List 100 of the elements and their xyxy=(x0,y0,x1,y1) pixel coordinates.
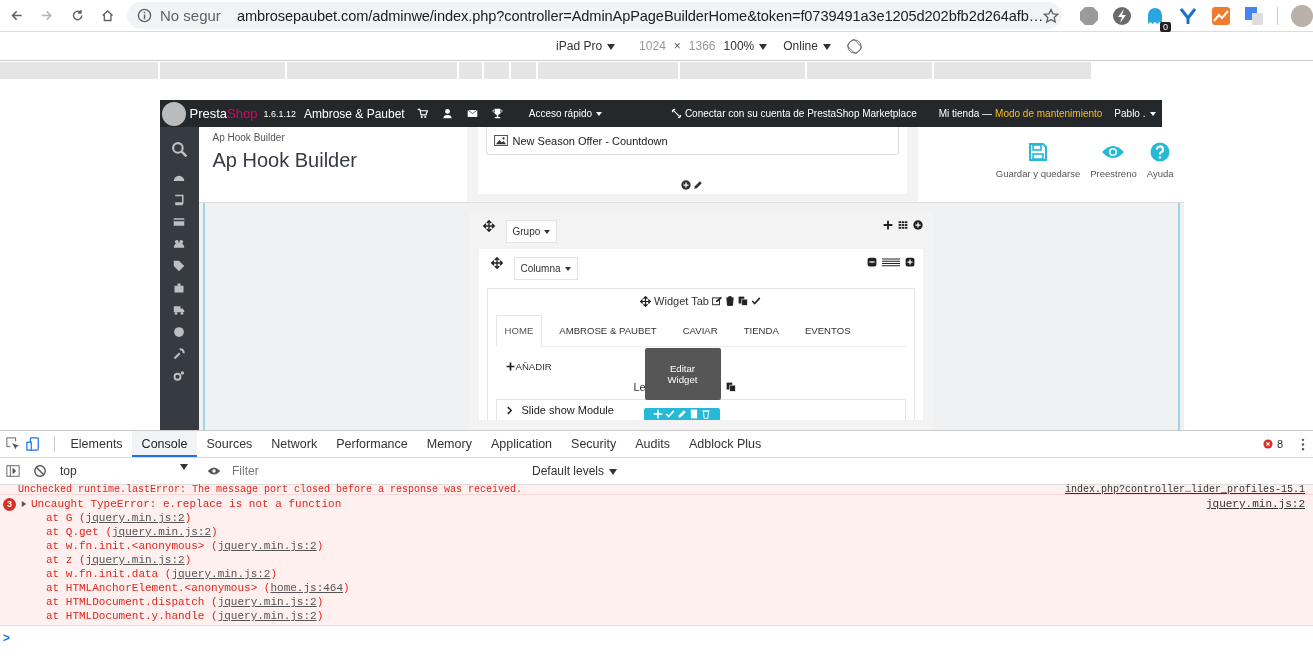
lightning-icon[interactable] xyxy=(1112,5,1132,26)
network-select[interactable]: Online xyxy=(783,39,831,53)
source-link[interactable]: home.js:464 xyxy=(270,582,344,594)
grid-icon[interactable] xyxy=(897,220,908,230)
inspect-icon[interactable] xyxy=(6,437,20,451)
envelope-icon[interactable] xyxy=(466,108,478,119)
toolbar-button[interactable]: Guardar y quedarse xyxy=(995,142,1081,179)
stack-line: at w.fn.init.data (jquery.min.js:2) xyxy=(45,567,279,581)
source-link[interactable]: jquery.min.js:2 xyxy=(112,526,212,538)
quick-access-menu[interactable]: Acceso rápido xyxy=(528,108,603,119)
marketplace-link[interactable]: Conectar con su cuenta de PrestaShop Marketplace xyxy=(684,108,917,119)
logo-icon[interactable] xyxy=(161,101,186,126)
clear-icon[interactable] xyxy=(33,464,47,478)
devtools-tab[interactable]: Adblock Plus xyxy=(679,431,771,457)
source-link[interactable]: jquery.min.js:2 xyxy=(85,554,185,566)
devtools-tab[interactable]: Memory xyxy=(417,431,482,457)
sidebar-toggle-icon[interactable] xyxy=(6,464,20,478)
widget-tab[interactable]: CAVIAR xyxy=(673,315,727,346)
gears-icon[interactable] xyxy=(173,370,185,382)
devtools-tab[interactable]: Security xyxy=(561,431,626,457)
user-icon[interactable] xyxy=(441,108,453,119)
tag-icon[interactable] xyxy=(173,260,185,272)
tooltip: Editar Widget xyxy=(644,348,721,400)
minus-square-icon[interactable] xyxy=(866,257,877,267)
users-icon[interactable] xyxy=(173,238,185,250)
plus-circle-icon[interactable] xyxy=(681,180,691,190)
ghost-icon[interactable] xyxy=(1145,5,1165,26)
puzzle-icon[interactable] xyxy=(173,282,185,294)
devtools-tab[interactable]: Network xyxy=(261,431,327,457)
wrench-icon[interactable] xyxy=(173,348,185,360)
truck-icon[interactable] xyxy=(173,304,185,316)
devtools-tab[interactable]: Application xyxy=(481,431,562,457)
link-icon[interactable] xyxy=(670,108,682,119)
y-letter-icon[interactable] xyxy=(1178,5,1198,26)
check-icon[interactable] xyxy=(750,296,761,306)
source-link[interactable]: jquery.min.js:2 xyxy=(171,568,271,580)
more-icon[interactable] xyxy=(1301,437,1305,451)
star-icon[interactable] xyxy=(1043,7,1060,24)
devtools-tab[interactable]: Console xyxy=(132,431,197,457)
group-dropdown[interactable]: Grupo xyxy=(505,220,558,243)
widget-row[interactable]: New Season Offer - Countdown xyxy=(485,127,899,155)
move-icon[interactable] xyxy=(482,220,495,232)
add-tab-button[interactable]: AÑADIR xyxy=(505,361,552,372)
console-prompt[interactable]: > xyxy=(3,631,10,645)
translate-icon[interactable] xyxy=(1244,5,1264,26)
source-link[interactable]: jquery.min.js:2 xyxy=(85,512,185,524)
maintenance-link[interactable]: Modo de mantenimiento xyxy=(995,108,1103,119)
image-icon xyxy=(493,135,508,146)
pencil-icon[interactable] xyxy=(693,180,703,190)
levels-select[interactable]: Default levels xyxy=(532,464,618,478)
toolbar-button[interactable]: Ayuda xyxy=(1146,142,1174,179)
widget-tab[interactable]: HOME xyxy=(495,315,543,347)
stop-sign-icon[interactable] xyxy=(1079,5,1099,26)
copy-icon[interactable] xyxy=(737,296,748,306)
card-icon[interactable] xyxy=(173,216,185,228)
cart-icon[interactable] xyxy=(416,108,428,119)
source-link[interactable]: index.php?controller…lider_profiles-15.1 xyxy=(1064,485,1305,494)
device-toggle-icon[interactable] xyxy=(26,437,40,451)
devtools-tab[interactable]: Performance xyxy=(326,431,418,457)
source-link[interactable]: jquery.min.js:2 xyxy=(217,596,317,608)
plus-icon[interactable] xyxy=(882,220,893,230)
home-icon[interactable] xyxy=(100,7,114,24)
trash-icon xyxy=(700,409,711,419)
widget-tab[interactable]: EVENTOS xyxy=(795,315,860,346)
edit-icon[interactable] xyxy=(711,296,722,306)
move-icon[interactable] xyxy=(490,257,503,269)
devtools-tab[interactable]: Sources xyxy=(197,431,262,457)
device-select[interactable]: iPad Pro xyxy=(556,39,616,53)
copy-icon[interactable] xyxy=(725,382,736,392)
move-icon[interactable] xyxy=(640,295,652,307)
chart-icon[interactable] xyxy=(1211,5,1231,26)
toolbar-button[interactable]: Preestreno xyxy=(1090,142,1137,179)
devtools-tab[interactable]: Elements xyxy=(61,431,133,457)
devtools-tab[interactable]: Audits xyxy=(625,431,680,457)
source-link[interactable]: jquery.min.js:2 xyxy=(1205,497,1305,511)
lines-icon[interactable] xyxy=(881,257,900,267)
address-bar[interactable]: No segur ambrosepaubet.com/adminwe/index.php?controller=AdminApPageBuilderHome&token=f0739491a3e1205d202bfb2d264afb… xyxy=(127,2,1062,29)
plus-square-icon[interactable] xyxy=(904,257,915,267)
widget-tab[interactable]: TIENDA xyxy=(734,315,788,346)
plus-circle-icon[interactable] xyxy=(912,220,923,230)
error-icon[interactable] xyxy=(1262,439,1273,449)
rotate-icon[interactable] xyxy=(846,38,862,54)
trophy-icon[interactable] xyxy=(491,108,503,119)
chevron-right-icon xyxy=(504,405,514,415)
source-link[interactable]: jquery.min.js:2 xyxy=(217,610,317,622)
pencil-icon xyxy=(676,409,687,419)
source-link[interactable]: jquery.min.js:2 xyxy=(217,540,317,552)
zoom-select[interactable]: 100% xyxy=(723,39,768,53)
search-icon[interactable] xyxy=(170,141,188,158)
error-count[interactable]: 8 xyxy=(1276,438,1283,450)
shop-name[interactable]: Ambrose & Paubet xyxy=(304,106,405,121)
trash-icon[interactable] xyxy=(724,296,735,306)
book-icon[interactable] xyxy=(173,194,185,206)
caret-icon xyxy=(564,267,571,272)
expand-triangle-icon[interactable] xyxy=(21,501,27,507)
context-select[interactable]: top xyxy=(54,464,194,478)
user-menu[interactable]: Pablo . xyxy=(1114,108,1156,119)
column-dropdown[interactable]: Columna xyxy=(513,257,578,280)
widget-tab[interactable]: AMBROSE & PAUBET xyxy=(550,315,666,346)
breadcrumb[interactable]: Ap Hook Builder xyxy=(212,132,453,143)
